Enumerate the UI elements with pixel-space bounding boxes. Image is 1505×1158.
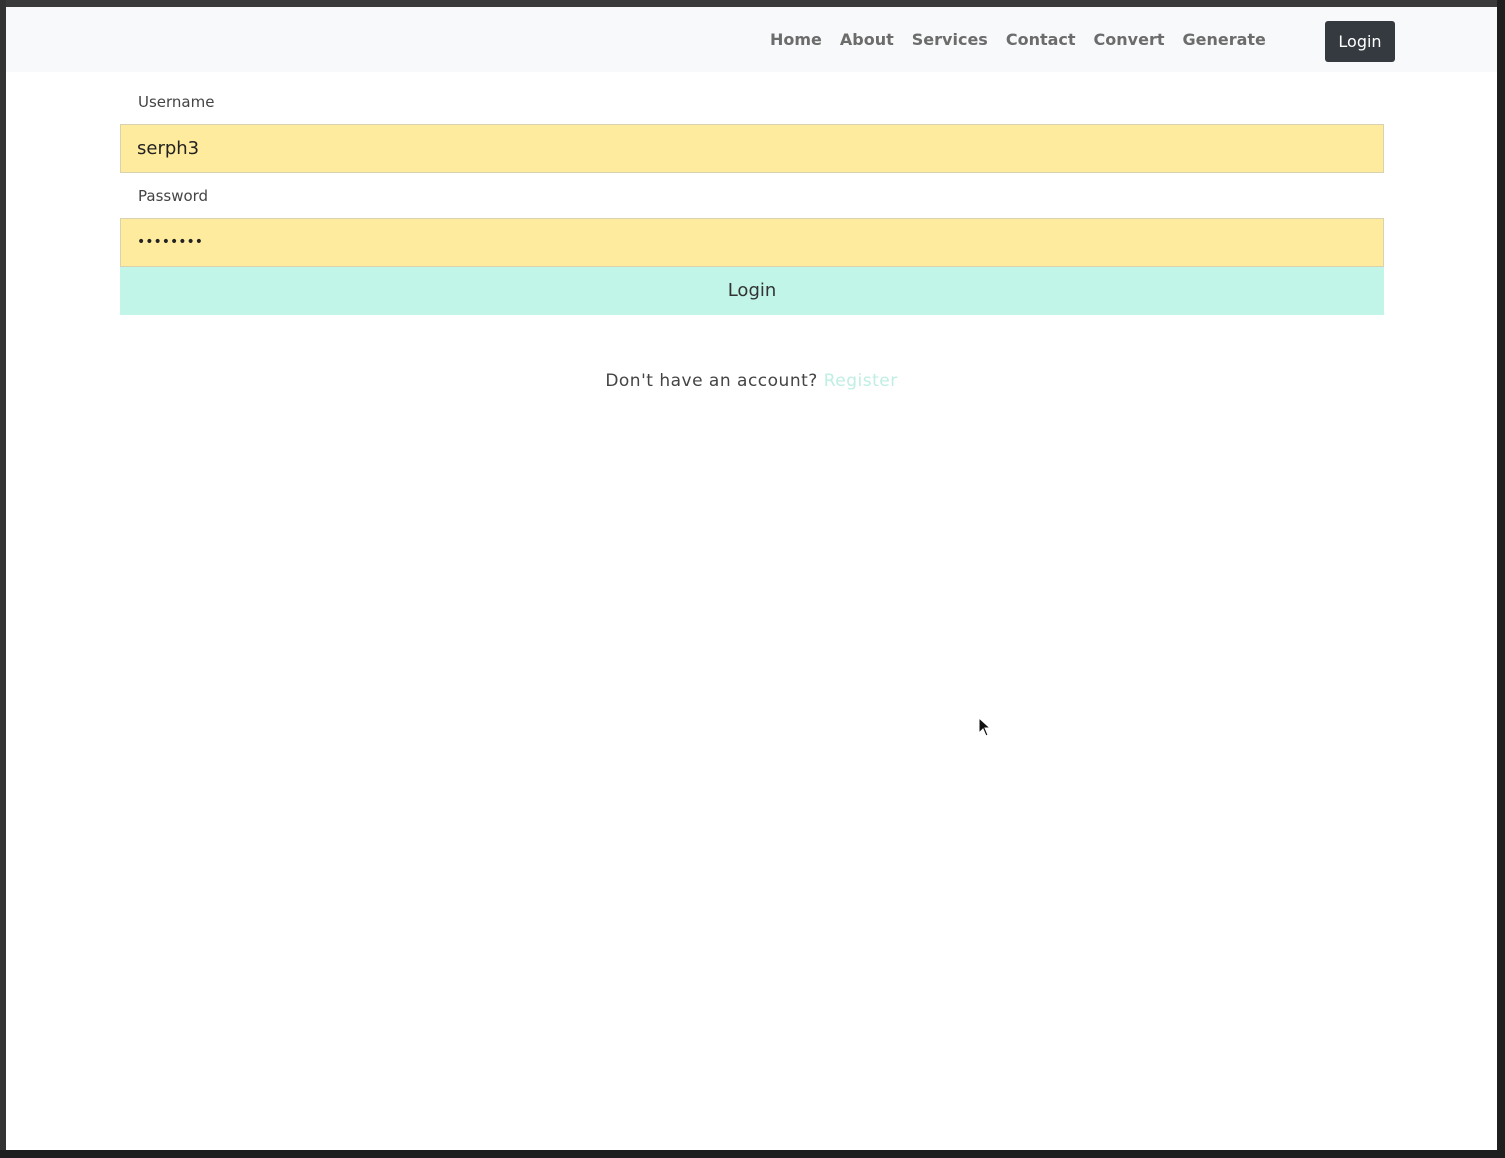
nav-link-generate[interactable]: Generate (1173, 30, 1274, 49)
nav-link-contact[interactable]: Contact (997, 30, 1085, 49)
login-submit-button[interactable]: Login (120, 267, 1384, 315)
username-label: Username (138, 93, 215, 111)
navbar: Home About Services Contact Convert Gene… (6, 7, 1497, 72)
nav-login-button[interactable]: Login (1325, 21, 1395, 62)
register-link[interactable]: Register (824, 371, 898, 391)
nav-link-home[interactable]: Home (761, 30, 831, 49)
nav-link-services[interactable]: Services (903, 30, 997, 49)
password-label: Password (138, 187, 209, 205)
nav-link-about[interactable]: About (831, 30, 903, 49)
mouse-cursor-icon (978, 717, 992, 737)
browser-window: Home About Services Contact Convert Gene… (6, 7, 1497, 1150)
register-prompt: Don't have an account? (605, 371, 818, 391)
nav-links: Home About Services Contact Convert Gene… (761, 7, 1275, 72)
desktop-top-edge (0, 0, 1505, 7)
password-input[interactable]: •••••••• (120, 218, 1384, 267)
nav-link-convert[interactable]: Convert (1085, 30, 1174, 49)
login-form: Username serph3 Password •••••••• Login (120, 87, 1384, 315)
desktop-bottom-edge (0, 1150, 1505, 1158)
desktop-right-edge (1497, 0, 1505, 1158)
register-prompt-line: Don't have an account? Register (6, 371, 1497, 391)
username-input[interactable]: serph3 (120, 124, 1384, 173)
